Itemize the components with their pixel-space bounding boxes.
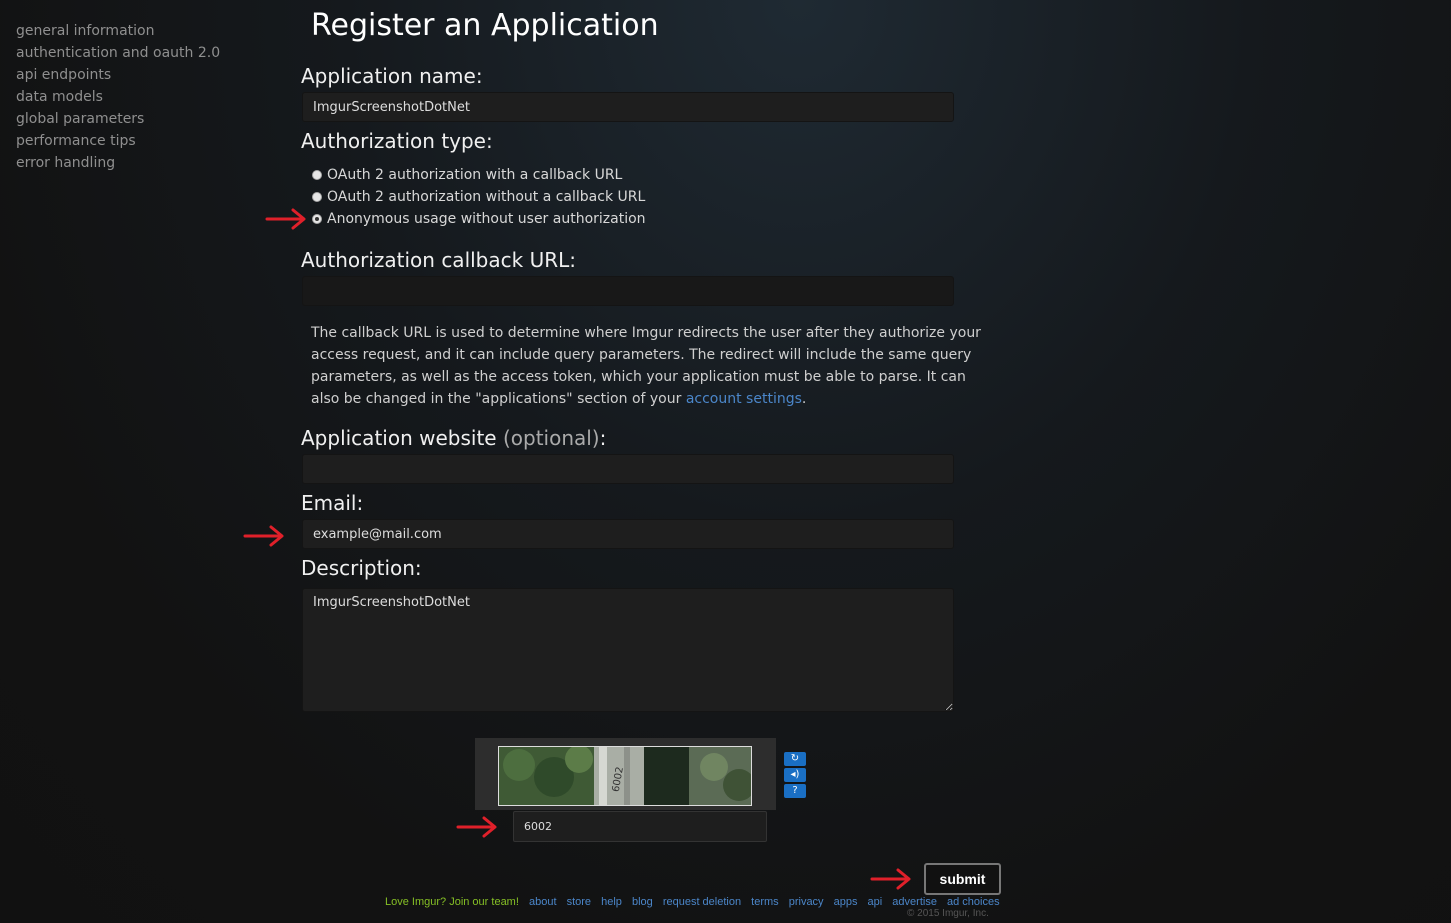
help-icon[interactable]: ? xyxy=(784,784,806,798)
sidebar-item-general-information[interactable]: general information xyxy=(16,20,220,42)
app-name-label: Application name: xyxy=(301,64,483,88)
callback-url-input[interactable] xyxy=(302,276,954,306)
auth-option-anonymous-label: Anonymous usage without user authorizati… xyxy=(327,211,646,227)
app-name-input[interactable] xyxy=(302,92,954,122)
sidebar-nav: general information authentication and o… xyxy=(16,20,220,174)
annotation-arrow-icon xyxy=(243,525,284,547)
website-input[interactable] xyxy=(302,454,954,484)
auth-option-no-callback-label: OAuth 2 authorization without a callback… xyxy=(327,189,646,205)
footer-link-terms[interactable]: terms xyxy=(751,896,779,908)
callback-url-label: Authorization callback URL: xyxy=(301,248,576,272)
footer-link-advertise[interactable]: advertise xyxy=(892,896,937,908)
callback-help-end: . xyxy=(801,391,807,407)
radio-anonymous[interactable] xyxy=(312,214,322,224)
callback-help-body: The callback URL is used to determine wh… xyxy=(311,325,981,407)
auth-type-label: Authorization type: xyxy=(301,129,493,153)
footer-link-ad-choices[interactable]: ad choices xyxy=(947,896,1000,908)
auth-option-callback[interactable]: OAuth 2 authorization with a callback UR… xyxy=(312,167,622,183)
page-title: Register an Application xyxy=(311,8,659,43)
website-label-text: Application website xyxy=(301,426,497,450)
annotation-arrow-icon xyxy=(870,868,911,890)
refresh-icon[interactable]: ↻ xyxy=(784,752,806,766)
footer-link-help[interactable]: help xyxy=(601,896,622,908)
description-label: Description: xyxy=(301,556,422,580)
annotation-arrow-icon xyxy=(265,208,306,230)
radio-callback[interactable] xyxy=(312,170,322,180)
radio-no-callback[interactable] xyxy=(312,192,322,202)
captcha-input[interactable] xyxy=(513,811,767,842)
description-textarea[interactable]: ImgurScreenshotDotNet xyxy=(302,588,954,712)
copyright-text: © 2015 Imgur, Inc. xyxy=(907,908,989,919)
audio-icon[interactable]: ◂) xyxy=(784,768,806,782)
footer-team-link[interactable]: Love Imgur? Join our team! xyxy=(385,896,519,908)
callback-help-text: The callback URL is used to determine wh… xyxy=(311,322,991,410)
footer-link-store[interactable]: store xyxy=(567,896,591,908)
sidebar-item-authentication[interactable]: authentication and oauth 2.0 xyxy=(16,42,220,64)
email-input[interactable] xyxy=(302,519,954,549)
account-settings-link[interactable]: account settings xyxy=(686,391,802,407)
footer-link-about[interactable]: about xyxy=(529,896,557,908)
auth-option-anonymous[interactable]: Anonymous usage without user authorizati… xyxy=(312,211,646,227)
footer-link-api[interactable]: api xyxy=(868,896,883,908)
footer-link-request-deletion[interactable]: request deletion xyxy=(663,896,741,908)
submit-button[interactable]: submit xyxy=(924,863,1001,895)
footer-link-blog[interactable]: blog xyxy=(632,896,653,908)
email-label: Email: xyxy=(301,491,364,515)
sidebar-item-api-endpoints[interactable]: api endpoints xyxy=(16,64,220,86)
sidebar-item-data-models[interactable]: data models xyxy=(16,86,220,108)
annotation-arrow-icon xyxy=(456,816,497,838)
captcha-image: 6002 xyxy=(498,746,752,806)
auth-option-no-callback[interactable]: OAuth 2 authorization without a callback… xyxy=(312,189,645,205)
sidebar-item-performance-tips[interactable]: performance tips xyxy=(16,130,220,152)
sidebar-item-error-handling[interactable]: error handling xyxy=(16,152,220,174)
website-label: Application website (optional): xyxy=(301,426,606,450)
footer-link-privacy[interactable]: privacy xyxy=(789,896,824,908)
sidebar-item-global-parameters[interactable]: global parameters xyxy=(16,108,220,130)
website-optional-text: (optional) xyxy=(502,426,600,450)
website-label-colon: : xyxy=(599,426,607,450)
footer-link-apps[interactable]: apps xyxy=(834,896,858,908)
footer-links: Love Imgur? Join our team! about store h… xyxy=(385,896,1000,908)
auth-option-callback-label: OAuth 2 authorization with a callback UR… xyxy=(327,167,623,183)
